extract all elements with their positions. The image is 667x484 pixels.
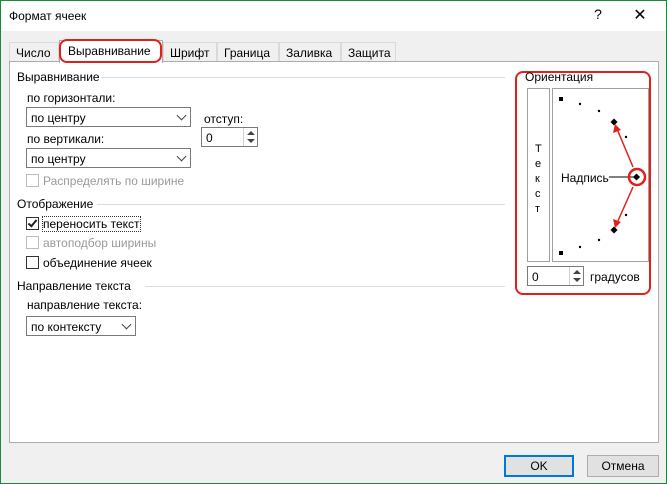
tab-font[interactable]: Шрифт	[163, 42, 217, 62]
dial-tick	[578, 245, 582, 249]
dial-tick	[597, 109, 601, 113]
title-bar: Формат ячеек ? ✕	[1, 1, 666, 31]
text-direction-group-title: Направление текста	[17, 279, 131, 293]
format-cells-dialog: Формат ячеек ? ✕ Число Выравнивание Шриф…	[0, 0, 667, 484]
dial-marker	[610, 118, 618, 126]
dial-marker	[559, 97, 563, 101]
arrowhead-icon	[613, 219, 621, 228]
rotate-up-arrow	[616, 128, 634, 168]
arrowhead-icon	[613, 124, 621, 133]
vertical-label: по вертикали:	[27, 132, 105, 146]
indent-value: 0	[206, 131, 213, 145]
text-direction-select[interactable]: по контексту	[26, 316, 136, 336]
tab-highlight-annotation	[59, 39, 162, 63]
shrink-to-fit-checkbox[interactable]	[26, 236, 39, 249]
tab-border[interactable]: Граница	[217, 42, 279, 62]
dial-label: Надпись	[561, 171, 609, 185]
vertical-text-char: е	[535, 158, 542, 170]
shrink-to-fit-label: автоподбор ширины	[43, 236, 157, 250]
tab-number[interactable]: Число	[9, 42, 59, 62]
dial-tick	[624, 213, 628, 217]
dial-marker	[610, 226, 618, 234]
cancel-button[interactable]: Отмена	[587, 455, 659, 477]
chevron-down-icon[interactable]	[118, 317, 135, 335]
horizontal-select[interactable]: по центру	[26, 107, 191, 127]
vertical-select[interactable]: по центру	[26, 148, 191, 168]
orientation-dial[interactable]: Надпись	[552, 88, 649, 262]
dial-tick	[624, 135, 628, 139]
text-direction-label: направление текста:	[27, 298, 143, 312]
vertical-value: по центру	[31, 152, 86, 166]
distribute-label: Распределять по ширине	[43, 174, 185, 188]
close-icon[interactable]: ✕	[631, 5, 649, 25]
chevron-down-icon[interactable]	[173, 108, 190, 126]
tab-fill[interactable]: Заливка	[279, 42, 341, 62]
wrap-text-label: переносить текст	[42, 216, 141, 232]
dial-marker	[632, 173, 641, 181]
alignment-group-title: Выравнивание	[17, 70, 100, 84]
degrees-value: 0	[532, 270, 539, 284]
distribute-checkbox[interactable]	[26, 174, 39, 187]
horizontal-label: по горизонтали:	[27, 91, 116, 105]
horizontal-value: по центру	[31, 111, 86, 125]
wrap-text-checkbox[interactable]	[26, 217, 39, 230]
merge-cells-label: объединение ячеек	[43, 256, 152, 270]
degrees-spinner[interactable]: 0	[527, 266, 584, 286]
vertical-text-char: т	[535, 203, 541, 215]
display-divider	[97, 204, 505, 205]
checkmark-icon	[27, 217, 38, 228]
text-direction-value: по контексту	[31, 320, 102, 334]
ok-button[interactable]: OK	[504, 455, 574, 477]
vertical-text-button[interactable]: Т е к с т	[527, 88, 550, 262]
orientation-group-title: Ориентация	[525, 70, 594, 84]
chevron-down-icon[interactable]	[173, 149, 190, 167]
help-icon[interactable]: ?	[590, 6, 606, 24]
dialog-title: Формат ячеек	[9, 9, 87, 23]
dial-tick	[578, 102, 582, 106]
spinner-arrows-icon[interactable]	[569, 267, 583, 285]
alignment-divider	[101, 77, 505, 78]
vertical-text-char: с	[535, 188, 541, 200]
vertical-text-char: к	[535, 173, 540, 185]
text-direction-divider	[145, 286, 505, 287]
degrees-label: градусов	[590, 270, 640, 284]
rotate-down-arrow	[616, 186, 634, 224]
vertical-text-char: Т	[535, 143, 542, 155]
merge-cells-checkbox[interactable]	[26, 256, 39, 269]
indent-spinner[interactable]: 0	[201, 127, 258, 147]
indent-label: отступ:	[204, 112, 244, 126]
display-group-title: Отображение	[17, 197, 94, 211]
spinner-arrows-icon[interactable]	[243, 128, 257, 146]
tab-protection[interactable]: Защита	[341, 42, 396, 62]
dial-marker	[559, 251, 563, 255]
dial-tick	[597, 238, 601, 242]
